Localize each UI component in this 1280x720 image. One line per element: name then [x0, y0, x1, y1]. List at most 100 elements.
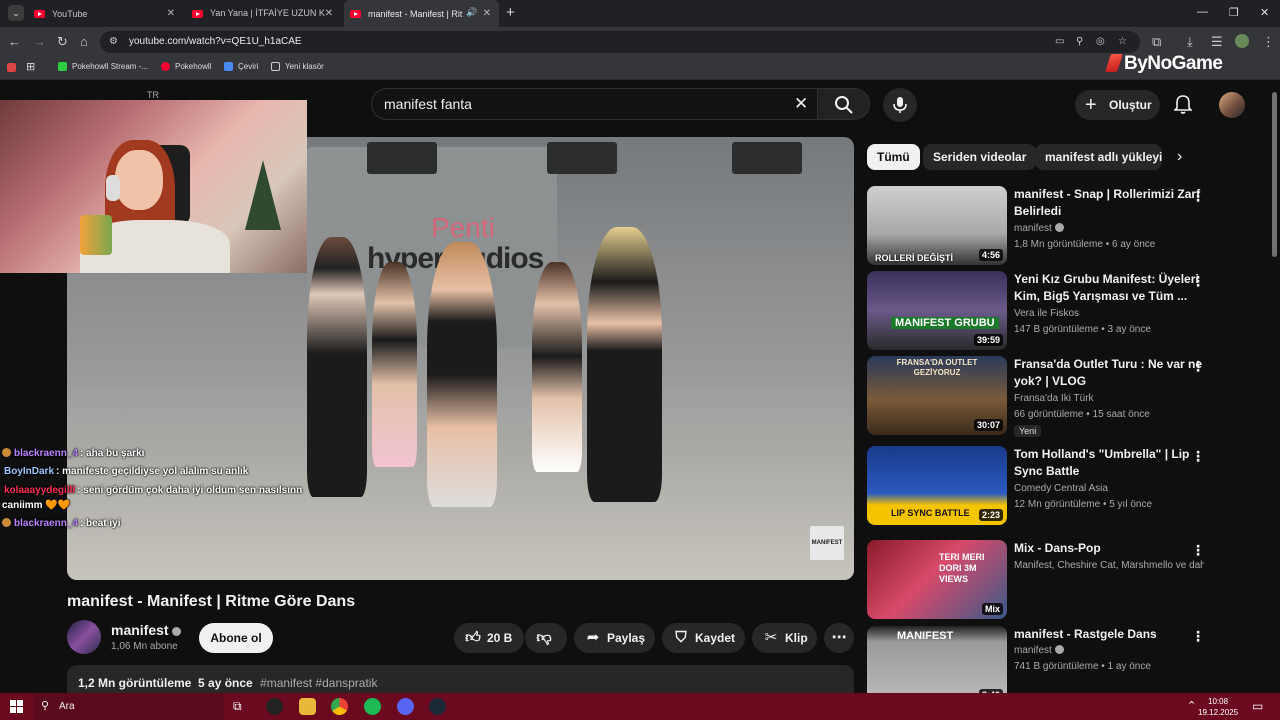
close-tab-icon[interactable]: ✕ — [325, 8, 333, 19]
profile-icon[interactable] — [1235, 34, 1249, 48]
account-avatar[interactable] — [1219, 92, 1245, 118]
new-badge: Yeni — [1014, 425, 1042, 437]
more-actions-button[interactable]: ⋯ — [824, 623, 854, 653]
recommendation-channel: manifest — [1014, 223, 1204, 234]
audio-playing-icon[interactable]: 🔊 — [466, 7, 477, 18]
bookmark-pokehowll-stream[interactable]: Pokehowll Stream -... — [58, 62, 148, 71]
recommendation-meta: 147 B görüntüleme • 3 ay önce — [1014, 324, 1151, 335]
download-icon[interactable]: ⤓ — [1187, 34, 1193, 50]
video-thumbnail[interactable]: TERI MERI DORI 3M VIEWS Mix — [867, 540, 1007, 619]
clear-search-icon[interactable]: ✕ — [794, 89, 808, 119]
notification-center-icon[interactable]: ▭ — [1252, 699, 1263, 713]
extensions-icon[interactable]: ⧉ — [1152, 34, 1161, 50]
studio-light — [732, 142, 802, 174]
tab-manifest-active[interactable]: manifest - Manifest | Ritme 🔊 ✕ — [344, 0, 499, 27]
address-bar[interactable]: ⚙ youtube.com/watch?v=QE1U_h1aCAE ▭ ⚲ ◎ … — [100, 31, 1140, 53]
bynogame-logo: ByNoGame — [1108, 53, 1223, 75]
eye-hidden-icon[interactable]: ◎ — [1096, 31, 1105, 53]
recommendation-title: Yeni Kız Grubu Manifest: Üyeleri Kim, Bi… — [1014, 272, 1199, 303]
tab-yan-yana[interactable]: Yan Yana | İTFAİYE UZUN KLİP 🚒 ✕ — [186, 0, 341, 27]
chrome-icon[interactable] — [331, 698, 348, 715]
taskbar-search[interactable]: ⚲ Ara — [33, 693, 224, 720]
search-input[interactable]: manifest fanta ✕ — [371, 88, 818, 120]
file-explorer-icon[interactable] — [299, 698, 316, 715]
kebab-menu-icon[interactable]: ⋮ — [1191, 628, 1205, 645]
close-window-icon[interactable]: ✕ — [1260, 6, 1269, 19]
bookmark-save-icon: ⛉ — [675, 629, 687, 646]
restore-icon[interactable]: ❐ — [1229, 6, 1239, 19]
channel-name[interactable]: manifest — [111, 622, 181, 638]
coffee-mug — [80, 215, 112, 255]
bookmark-red-icon[interactable] — [7, 63, 16, 72]
tray-chevron-up-icon[interactable]: ⌃ — [1187, 699, 1196, 712]
voice-search-button[interactable] — [883, 88, 917, 122]
back-icon[interactable]: ← — [8, 34, 21, 49]
close-tab-icon[interactable]: ✕ — [483, 8, 491, 19]
spotify-icon[interactable] — [364, 698, 381, 715]
recommendation-item[interactable]: MANIFEST GRUBU 39:59 Yeni Kız Grubu Mani… — [867, 271, 1267, 353]
youtube-favicon-icon — [34, 9, 45, 18]
kebab-menu-icon[interactable]: ⋮ — [1191, 448, 1205, 465]
tab-search-icon[interactable]: ⌄ — [8, 5, 24, 21]
chip-all[interactable]: Tümü — [867, 144, 920, 170]
region-label: TR — [147, 90, 159, 100]
verified-icon — [1054, 223, 1064, 232]
chip-uploader[interactable]: manifest adlı yükleyici — [1035, 144, 1162, 170]
video-thumbnail[interactable]: ROLLERİ DEĞİŞTİ 4:56 — [867, 186, 1007, 265]
obs-icon[interactable] — [266, 698, 283, 715]
video-thumbnail[interactable]: LIP SYNC BATTLE 2:23 — [867, 446, 1007, 525]
recommendation-item[interactable]: ROLLERİ DEĞİŞTİ 4:56 manifest - Snap | R… — [867, 186, 1267, 268]
channel-watermark[interactable]: MANIFEST — [810, 526, 844, 560]
taskbar-clock[interactable]: 10:08 19.12.2025 — [1198, 696, 1238, 718]
steam-icon[interactable] — [429, 698, 446, 715]
subscribe-button[interactable]: Abone ol — [199, 623, 273, 653]
notifications-bell-icon[interactable] — [1174, 94, 1192, 114]
subscriber-count: 1,06 Mn abone — [111, 641, 178, 652]
channel-avatar[interactable] — [67, 620, 101, 654]
search-button[interactable] — [818, 88, 870, 120]
kebab-menu-icon[interactable]: ⋮ — [1191, 542, 1205, 559]
folder-icon — [271, 62, 280, 71]
scissors-icon: ✂ — [764, 629, 778, 646]
recommendation-meta: 12 Mn görüntüleme • 5 yıl önce — [1014, 499, 1153, 510]
kebab-menu-icon[interactable]: ⋮ — [1191, 273, 1205, 290]
bookmark-star-icon[interactable]: ☆ — [1118, 31, 1127, 53]
create-button[interactable]: + Oluştur — [1075, 90, 1160, 120]
kebab-menu-icon[interactable]: ⋮ — [1191, 358, 1205, 375]
home-icon[interactable]: ⌂ — [80, 34, 88, 49]
like-button[interactable]: 👍︎ 20 B — [454, 623, 524, 653]
tab-youtube[interactable]: YouTube ✕ — [28, 0, 183, 27]
forward-icon[interactable]: → — [33, 34, 46, 49]
reload-icon[interactable]: ↻ — [57, 34, 68, 50]
cast-icon[interactable]: ▭ — [1055, 31, 1064, 53]
windows-start-icon[interactable] — [10, 700, 23, 713]
site-info-icon[interactable]: ⚙ — [109, 31, 118, 53]
apps-grid-icon[interactable]: ⊞ — [26, 60, 35, 73]
clip-button[interactable]: ✂ Klip — [752, 623, 817, 653]
save-button[interactable]: ⛉ Kaydet — [662, 623, 745, 653]
zoom-icon[interactable]: ⚲ — [1076, 31, 1083, 53]
menu-kebab-icon[interactable]: ⋮ — [1262, 34, 1275, 50]
studio-light — [547, 142, 617, 174]
new-tab-icon[interactable]: + — [506, 4, 515, 21]
chevron-right-icon[interactable]: › — [1177, 148, 1182, 166]
dislike-button[interactable]: 👎︎ — [525, 623, 567, 653]
recommendation-item[interactable]: FRANSA'DA OUTLET GEZİYORUZ 30:07 Fransa'… — [867, 356, 1267, 438]
video-thumbnail[interactable]: MANIFEST GRUBU 39:59 — [867, 271, 1007, 350]
recommendation-item[interactable]: TERI MERI DORI 3M VIEWS Mix Mix - Dans-P… — [867, 540, 1267, 622]
kebab-menu-icon[interactable]: ⋮ — [1191, 188, 1205, 205]
recommendation-item[interactable]: LIP SYNC BATTLE 2:23 Tom Holland's "Umbr… — [867, 446, 1267, 528]
video-thumbnail[interactable]: FRANSA'DA OUTLET GEZİYORUZ 30:07 — [867, 356, 1007, 435]
minimize-icon[interactable]: — — [1197, 6, 1208, 18]
chip-series[interactable]: Seriden videolar — [923, 144, 1037, 170]
task-view-icon[interactable]: ⧉ — [233, 699, 242, 714]
reading-list-icon[interactable]: ☰ — [1211, 34, 1223, 50]
bookmark-yeni-klasor[interactable]: Yeni klasör — [271, 62, 324, 71]
bookmark-ceviri[interactable]: Çeviri — [224, 62, 258, 71]
close-tab-icon[interactable]: ✕ — [167, 8, 175, 19]
discord-icon[interactable] — [397, 698, 414, 715]
bookmark-pokehowll[interactable]: Pokehowll — [161, 62, 211, 71]
share-button[interactable]: ➦ Paylaş — [574, 623, 655, 653]
chat-message: caniimm 🧡🧡 — [2, 500, 71, 511]
page-scrollbar[interactable] — [1272, 92, 1277, 257]
